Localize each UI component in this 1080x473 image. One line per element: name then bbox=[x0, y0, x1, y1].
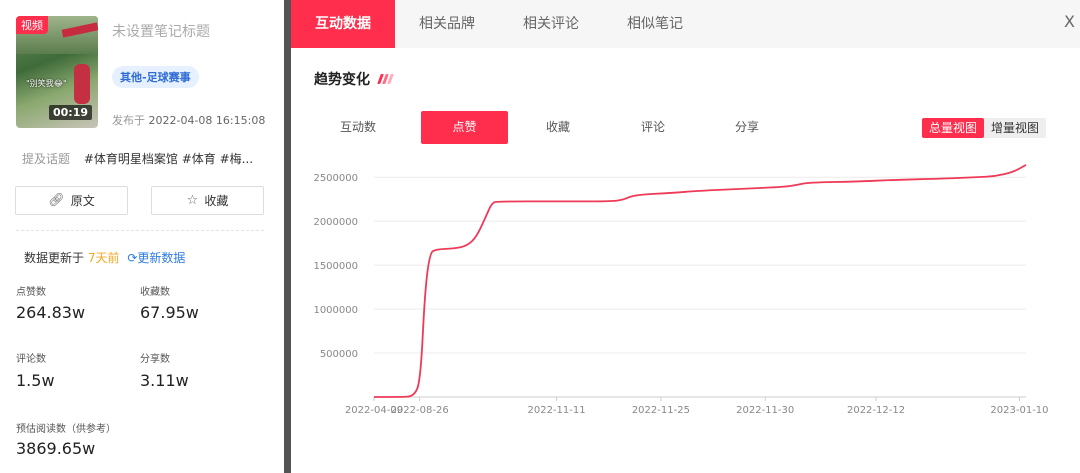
refresh-label: 更新数据 bbox=[137, 251, 186, 265]
y-tick-label: 500000 bbox=[320, 349, 358, 360]
star-icon: ☆ bbox=[186, 193, 199, 208]
refresh-data-link[interactable]: ⟳更新数据 bbox=[127, 251, 185, 265]
shares-value: 3.11w bbox=[140, 371, 189, 390]
x-tick-label: 2022-11-11 bbox=[527, 405, 585, 416]
trend-title-text: 趋势变化 bbox=[314, 72, 370, 88]
note-title: 未设置笔记标题 bbox=[112, 24, 210, 40]
x-tick-label: 2023-01-10 bbox=[990, 405, 1048, 416]
shares-label: 分享数 bbox=[140, 354, 170, 365]
comments-label: 评论数 bbox=[16, 354, 46, 365]
topics-row: 提及话题 #体育明星档案馆 #体育 #梅... bbox=[22, 150, 272, 167]
x-tick-label: 2022-11-25 bbox=[632, 405, 690, 416]
refresh-icon: ⟳ bbox=[127, 251, 138, 265]
tab-related-comments[interactable]: 相关评论 bbox=[499, 0, 603, 48]
y-tick-label: 2500000 bbox=[313, 173, 358, 184]
video-duration: 00:19 bbox=[48, 105, 92, 120]
link-icon: 🔗︎ bbox=[48, 193, 65, 208]
y-tick-label: 1000000 bbox=[313, 305, 358, 316]
estimated-reads-label: 预估阅读数（供参考） bbox=[16, 424, 116, 435]
panel-separator bbox=[284, 0, 291, 473]
estimated-reads-value: 3869.65w bbox=[16, 439, 96, 458]
likes-value: 264.83w bbox=[16, 303, 86, 322]
favorite-button[interactable]: ☆ 收藏 bbox=[151, 186, 264, 215]
topics-label: 提及话题 bbox=[22, 152, 71, 166]
note-info-panel: 视频 "别笑我😂" 00:19 未设置笔记标题 其他-足球赛事 发布于 2022… bbox=[0, 0, 284, 473]
x-tick-label: 2022-12-12 bbox=[847, 405, 905, 416]
category-tag: 其他-足球赛事 bbox=[112, 66, 199, 88]
favorites-label: 收藏数 bbox=[140, 287, 170, 298]
thumbnail-player bbox=[74, 64, 90, 104]
source-button-label: 原文 bbox=[70, 194, 95, 208]
tab-similar-notes[interactable]: 相似笔记 bbox=[603, 0, 707, 48]
view-incremental[interactable]: 增量视图 bbox=[984, 118, 1046, 138]
likes-trend-chart: 500000 1000000 1500000 2000000 2500000 2022-0… bbox=[313, 164, 1049, 416]
divider bbox=[16, 230, 264, 231]
tab-bar: 互动数据 相关品牌 相关评论 相似笔记 X bbox=[291, 0, 1080, 48]
source-button[interactable]: 🔗︎ 原文 bbox=[15, 186, 128, 215]
update-prefix: 数据更新于 bbox=[24, 251, 85, 265]
data-panel: 互动数据 相关品牌 相关评论 相似笔记 X 趋势变化 互动数 点赞 收藏 评论 … bbox=[291, 0, 1080, 473]
close-icon[interactable]: X bbox=[1064, 12, 1080, 31]
metric-tab-favorites[interactable]: 收藏 bbox=[514, 111, 602, 144]
favorite-button-label: 收藏 bbox=[204, 194, 229, 208]
accent-marks-icon bbox=[377, 72, 394, 88]
view-switch: 总量视图 增量视图 bbox=[922, 118, 1047, 138]
video-badge: 视频 bbox=[16, 16, 48, 34]
x-tick-label: 2022-11-30 bbox=[736, 405, 794, 416]
publish-time: 发布于 2022-04-08 16:15:08 bbox=[112, 112, 265, 128]
y-tick-label: 1500000 bbox=[313, 261, 358, 272]
metric-tab-interactions[interactable]: 互动数 bbox=[314, 111, 402, 144]
metric-tab-shares[interactable]: 分享 bbox=[703, 111, 791, 144]
comments-value: 1.5w bbox=[16, 371, 55, 390]
metric-tab-likes[interactable]: 点赞 bbox=[421, 111, 508, 144]
publish-time-value: 2022-04-08 16:15:08 bbox=[148, 114, 266, 127]
likes-series-line bbox=[373, 164, 1027, 398]
favorites-value: 67.95w bbox=[140, 303, 199, 322]
likes-label: 点赞数 bbox=[16, 287, 46, 298]
topics-value[interactable]: #体育明星档案馆 #体育 #梅... bbox=[84, 152, 253, 166]
update-ago: 7天前 bbox=[87, 251, 120, 265]
thumbnail-caption: "别笑我😂" bbox=[26, 79, 67, 88]
view-total[interactable]: 总量视图 bbox=[922, 118, 985, 138]
tab-interaction-data[interactable]: 互动数据 bbox=[291, 0, 395, 48]
y-tick-label: 2000000 bbox=[313, 217, 358, 228]
tab-related-brands[interactable]: 相关品牌 bbox=[395, 0, 499, 48]
video-thumbnail[interactable]: 视频 "别笑我😂" 00:19 bbox=[16, 16, 98, 128]
metric-tab-comments[interactable]: 评论 bbox=[609, 111, 697, 144]
trend-title: 趋势变化 bbox=[314, 69, 394, 89]
publish-label: 发布于 bbox=[112, 114, 145, 127]
update-status: 数据更新于 7天前 ⟳更新数据 bbox=[24, 249, 185, 266]
x-tick-label: 2022-08-26 bbox=[391, 405, 449, 416]
